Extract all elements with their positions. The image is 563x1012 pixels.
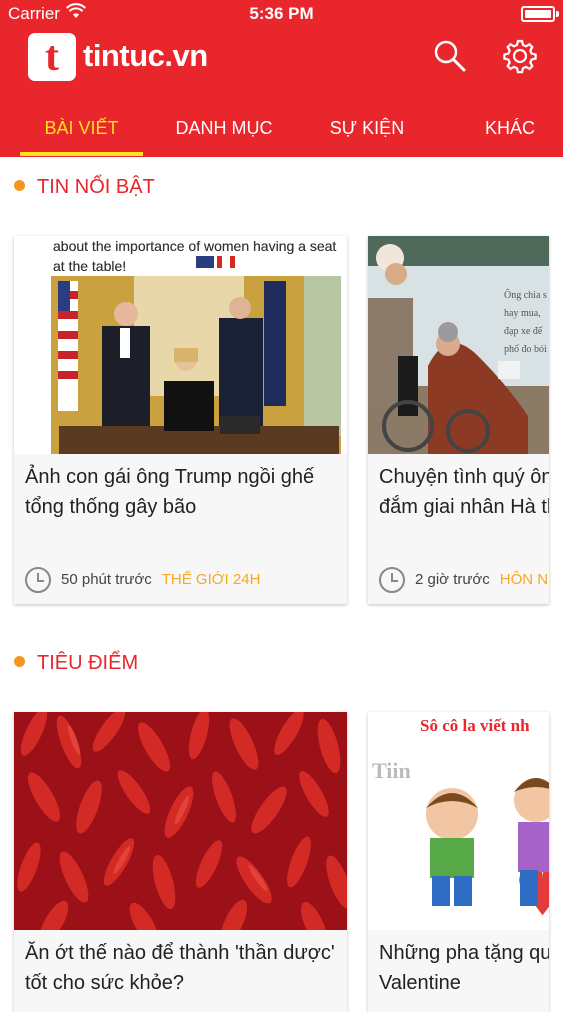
thumb-overlay-text: Ông chia s bbox=[504, 289, 547, 301]
article-title[interactable]: Những pha tặng quà dịp Valentine bbox=[379, 938, 549, 998]
article-card[interactable]: about the importance of women having a s… bbox=[14, 236, 347, 604]
svg-text:phố đo bói: phố đo bói bbox=[504, 344, 547, 355]
tab-khac[interactable]: KHÁC bbox=[468, 118, 552, 139]
tab-su-kien[interactable]: SỰ KIỆN bbox=[317, 118, 417, 139]
section-title-tieu-diem: TIÊU ĐIỂM bbox=[14, 652, 138, 675]
article-thumbnail: about the importance of women having a s… bbox=[14, 236, 347, 454]
active-tab-indicator bbox=[20, 152, 143, 156]
tab-bai-viet[interactable]: BÀI VIẾT bbox=[20, 118, 143, 139]
article-card[interactable]: Sô cô la viết nh Tiin Những pha tặng quà… bbox=[368, 712, 549, 1012]
brand-name: tintuc.vn bbox=[83, 38, 208, 73]
tab-bar: BÀI VIẾT DANH MỤC SỰ KIỆN KHÁC bbox=[0, 112, 563, 157]
clock-icon bbox=[25, 567, 51, 593]
article-title[interactable]: Chuyện tình quý ông U90 đắm giai nhân Hà… bbox=[379, 462, 549, 522]
article-card[interactable]: Ăn ớt thế nào để thành 'thần dược' tốt c… bbox=[14, 712, 347, 1012]
status-bar: Carrier 5:36 PM bbox=[0, 0, 563, 30]
tab-danh-muc[interactable]: DANH MỤC bbox=[164, 118, 284, 139]
svg-text:đạp xe đế: đạp xe đế bbox=[504, 326, 543, 337]
status-time: 5:36 PM bbox=[249, 4, 314, 23]
section-title-text: TIÊU ĐIỂM bbox=[37, 652, 139, 674]
svg-text:hay mua,: hay mua, bbox=[504, 308, 541, 319]
clock-icon bbox=[379, 567, 405, 593]
section-dot bbox=[14, 656, 25, 667]
search-icon[interactable] bbox=[432, 38, 468, 74]
article-category[interactable]: HÔN NHÂN bbox=[500, 571, 549, 588]
article-meta: 2 giờ trước HÔN NHÂN bbox=[379, 567, 549, 593]
app-header: Carrier 5:36 PM t tintuc.vn BÀI VIẾT DAN… bbox=[0, 0, 563, 157]
article-title[interactable]: Ăn ớt thế nào để thành 'thần dược' tốt c… bbox=[25, 938, 339, 998]
article-title[interactable]: Ảnh con gái ông Trump ngồi ghế tổng thốn… bbox=[25, 462, 339, 522]
article-meta: 50 phút trước THẾ GIỚI 24H bbox=[25, 567, 260, 593]
article-thumbnail: Ông chia s hay mua, đạp xe đế phố đo bói bbox=[368, 236, 549, 454]
gear-icon[interactable] bbox=[502, 38, 538, 74]
battery-icon bbox=[521, 6, 559, 22]
article-card[interactable]: Ông chia s hay mua, đạp xe đế phố đo bói… bbox=[368, 236, 549, 604]
logo[interactable]: t bbox=[28, 33, 76, 81]
article-category[interactable]: THẾ GIỚI 24H bbox=[162, 571, 261, 588]
section-title-tin-noi-bat: TIN NỔI BẬT bbox=[14, 176, 155, 199]
section-dot bbox=[14, 180, 25, 191]
article-time: 50 phút trước bbox=[61, 570, 152, 588]
section-title-text: TIN NỔI BẬT bbox=[37, 176, 155, 198]
article-time: 2 giờ trước bbox=[415, 570, 490, 588]
article-thumbnail: Sô cô la viết nh Tiin bbox=[368, 712, 549, 930]
article-thumbnail bbox=[14, 712, 347, 930]
image-caption-overlay: about the importance of women having a s… bbox=[53, 238, 337, 274]
